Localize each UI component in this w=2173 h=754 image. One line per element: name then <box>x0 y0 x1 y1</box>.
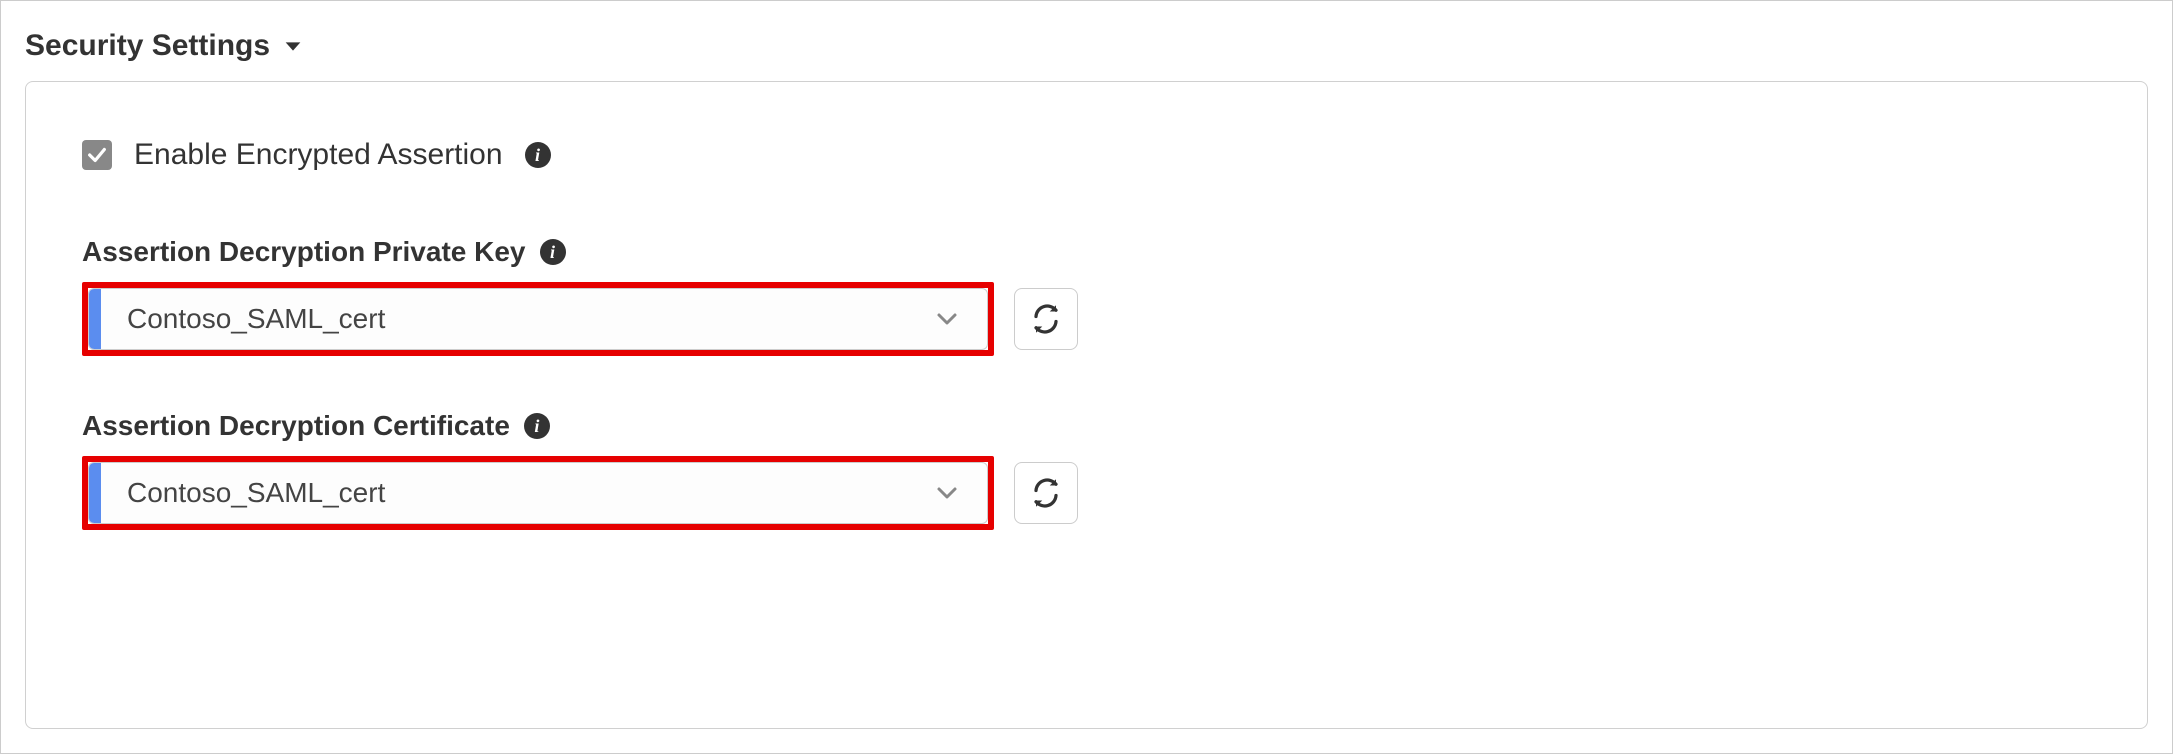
section-header[interactable]: Security Settings <box>25 29 2148 63</box>
certificate-select-highlight: Contoso_SAML_cert <box>82 456 994 530</box>
enable-encrypted-assertion-checkbox[interactable] <box>82 140 112 170</box>
info-icon[interactable]: i <box>524 413 550 439</box>
private-key-refresh-button[interactable] <box>1014 288 1078 350</box>
chevron-down-icon <box>925 307 987 331</box>
info-icon[interactable]: i <box>525 142 551 168</box>
certificate-label: Assertion Decryption Certificate <box>82 410 510 442</box>
certificate-field: Assertion Decryption Certificate i Conto… <box>82 410 2091 530</box>
certificate-selected-value: Contoso_SAML_cert <box>101 477 925 509</box>
caret-down-icon <box>282 35 304 57</box>
enable-encrypted-assertion-row: Enable Encrypted Assertion i <box>82 138 2091 172</box>
chevron-down-icon <box>925 481 987 505</box>
section-title: Security Settings <box>25 29 270 63</box>
private-key-label: Assertion Decryption Private Key <box>82 236 526 268</box>
enable-encrypted-assertion-label: Enable Encrypted Assertion <box>134 138 503 172</box>
settings-panel: Enable Encrypted Assertion i Assertion D… <box>25 81 2148 729</box>
select-accent-mark <box>89 463 101 523</box>
info-icon[interactable]: i <box>540 239 566 265</box>
private-key-select-highlight: Contoso_SAML_cert <box>82 282 994 356</box>
private-key-select[interactable]: Contoso_SAML_cert <box>88 288 988 350</box>
private-key-field: Assertion Decryption Private Key i Conto… <box>82 236 2091 356</box>
certificate-refresh-button[interactable] <box>1014 462 1078 524</box>
select-accent-mark <box>89 289 101 349</box>
certificate-select[interactable]: Contoso_SAML_cert <box>88 462 988 524</box>
private-key-selected-value: Contoso_SAML_cert <box>101 303 925 335</box>
